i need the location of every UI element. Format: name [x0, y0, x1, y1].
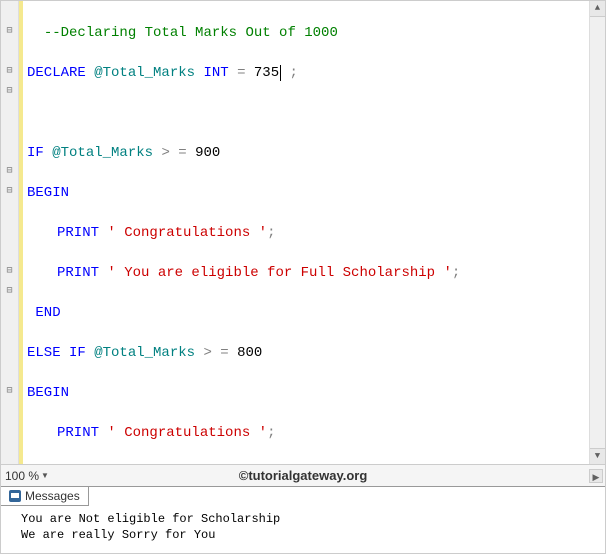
zoom-value: 100 %: [5, 469, 39, 483]
fold-toggle-icon[interactable]: ⊟: [6, 26, 12, 37]
scroll-down-icon[interactable]: ▼: [590, 448, 605, 464]
fold-toggle-icon[interactable]: ⊟: [6, 66, 12, 77]
keyword-begin: BEGIN: [27, 385, 69, 401]
message-line: You are Not eligible for Scholarship: [21, 511, 585, 527]
vertical-scrollbar[interactable]: ▲ ▼: [589, 1, 605, 464]
literal-800: 800: [237, 345, 262, 361]
messages-output[interactable]: You are Not eligible for Scholarship We …: [1, 507, 605, 553]
fold-toggle-icon[interactable]: ⊟: [6, 166, 12, 177]
keyword-begin: BEGIN: [27, 185, 69, 201]
message-line: We are really Sorry for You: [21, 527, 585, 543]
literal-735: 735: [254, 65, 279, 81]
keyword-print: PRINT: [57, 425, 99, 441]
keyword-print: PRINT: [57, 225, 99, 241]
chevron-down-icon: ▼: [41, 471, 49, 480]
messages-panel: Messages You are Not eligible for Schola…: [1, 486, 605, 553]
keyword-declare: DECLARE: [27, 65, 86, 81]
string-congrats: ' Congratulations ': [107, 225, 267, 241]
keyword-print: PRINT: [57, 265, 99, 281]
variable: @Total_Marks: [94, 345, 195, 361]
scroll-right-icon[interactable]: ▶: [589, 469, 603, 483]
keyword-if: IF: [27, 145, 44, 161]
tab-messages-label: Messages: [25, 489, 80, 503]
text-cursor: [280, 65, 281, 81]
tab-messages[interactable]: Messages: [1, 487, 89, 506]
zoom-dropdown[interactable]: 100 % ▼: [5, 469, 49, 483]
keyword-elseif: ELSE IF: [27, 345, 86, 361]
fold-gutter: ⊟ ⊟ ⊟ ⊟ ⊟ ⊟ ⊟ ⊟: [1, 1, 19, 464]
semicolon: ;: [267, 425, 275, 441]
semicolon: ;: [267, 225, 275, 241]
variable: @Total_Marks: [52, 145, 153, 161]
fold-toggle-icon[interactable]: ⊟: [6, 186, 12, 197]
string-full-scholarship: ' You are eligible for Full Scholarship …: [107, 265, 451, 281]
variable: @Total_Marks: [94, 65, 195, 81]
fold-toggle-icon[interactable]: ⊟: [6, 386, 12, 397]
comment-text: --Declaring Total Marks Out of 1000: [44, 25, 338, 41]
operator-eq: =: [237, 65, 245, 81]
keyword-int: INT: [203, 65, 228, 81]
fold-toggle-icon[interactable]: ⊟: [6, 266, 12, 277]
literal-900: 900: [195, 145, 220, 161]
scroll-up-icon[interactable]: ▲: [590, 1, 605, 17]
operator-ge: > =: [203, 345, 228, 361]
fold-toggle-icon[interactable]: ⊟: [6, 86, 12, 97]
status-bar: 100 % ▼ ©tutorialgateway.org ▶: [1, 464, 605, 486]
watermark-text: ©tutorialgateway.org: [239, 468, 368, 483]
fold-toggle-icon[interactable]: ⊟: [6, 286, 12, 297]
code-content[interactable]: --Declaring Total Marks Out of 1000 DECL…: [23, 1, 589, 464]
messages-icon: [9, 490, 21, 502]
keyword-end: END: [35, 305, 60, 321]
semicolon: ;: [452, 265, 460, 281]
semicolon: ;: [290, 65, 298, 81]
string-congrats: ' Congratulations ': [107, 425, 267, 441]
code-editor[interactable]: ⊟ ⊟ ⊟ ⊟ ⊟ ⊟ ⊟ ⊟ --Declaring Total Marks …: [1, 1, 605, 464]
operator-ge: > =: [161, 145, 186, 161]
